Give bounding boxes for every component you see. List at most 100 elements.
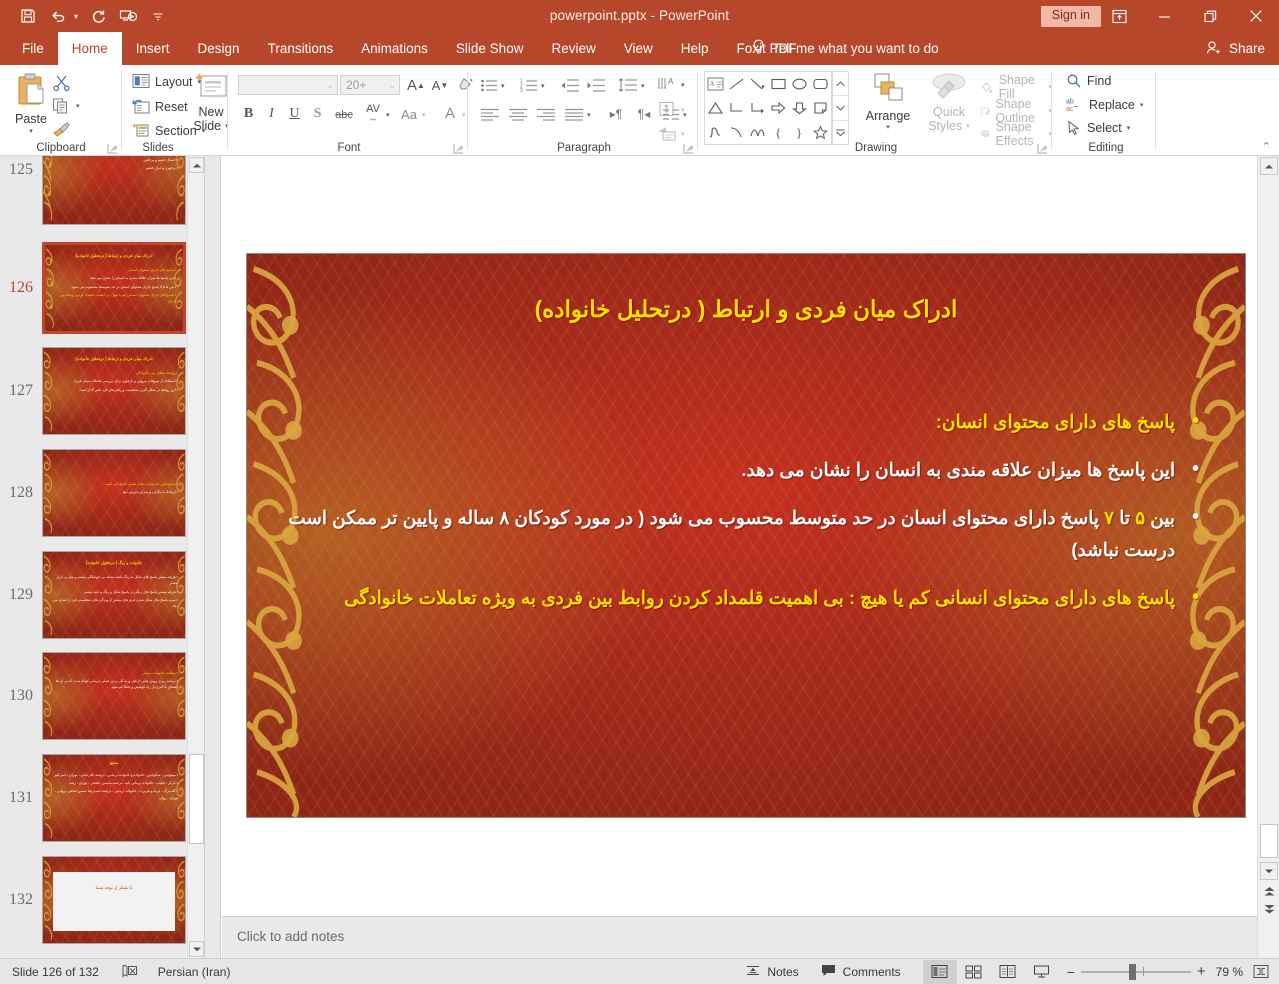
rectangle-shape-icon[interactable] bbox=[770, 77, 787, 91]
line-spacing-button[interactable] bbox=[616, 75, 640, 95]
oval-shape-icon[interactable] bbox=[791, 77, 808, 91]
font-dialog-launcher[interactable] bbox=[453, 141, 464, 154]
slideshow-button[interactable] bbox=[1025, 960, 1059, 984]
thumbnail-row-127[interactable]: 127 ادراک میان فردی و ارتباط ( درتحلیل خ… bbox=[0, 341, 204, 441]
text-shadow-button[interactable]: S bbox=[308, 104, 327, 124]
shapes-gallery-scrollbar[interactable] bbox=[832, 71, 849, 145]
slide-thumbnail-pane[interactable]: 125 • اعمال خشم و پرخاش • برخورد و ابراز… bbox=[0, 156, 205, 958]
slide-pane-scrollbar[interactable] bbox=[1257, 156, 1279, 958]
slide-editing-canvas[interactable]: ادراک میان فردی و ارتباط ( درتحلیل خانوا… bbox=[222, 156, 1257, 916]
collapse-ribbon-icon[interactable]: ⌃ bbox=[1262, 140, 1271, 153]
rounded-rectangle-shape-icon[interactable] bbox=[812, 77, 829, 91]
line-shape-icon[interactable] bbox=[728, 77, 745, 91]
tab-transitions[interactable]: Transitions bbox=[254, 32, 348, 65]
increase-indent-button[interactable] bbox=[584, 75, 608, 95]
fit-to-window-button[interactable] bbox=[1253, 964, 1269, 979]
font-color-dropdown-icon[interactable]: ▾ bbox=[462, 111, 466, 119]
scribble-shape-icon[interactable] bbox=[707, 125, 724, 139]
drawing-dialog-launcher[interactable] bbox=[1037, 141, 1048, 154]
italic-button[interactable]: I bbox=[262, 104, 281, 124]
decrease-font-size-button[interactable]: A ▼ bbox=[429, 75, 451, 95]
thumbnail-pane-scrollbar[interactable] bbox=[187, 156, 204, 958]
ribbon-display-options-icon[interactable] bbox=[1097, 0, 1141, 32]
scroll-down-icon[interactable] bbox=[1260, 862, 1278, 880]
copy-dropdown-icon[interactable]: ▾ bbox=[76, 102, 80, 110]
align-center-button[interactable] bbox=[506, 104, 530, 124]
tab-home[interactable]: Home bbox=[57, 32, 122, 65]
current-slide[interactable]: ادراک میان فردی و ارتباط ( درتحلیل خانوا… bbox=[246, 253, 1246, 818]
thumbnail-slide[interactable]: با تشکر از توجه شما bbox=[42, 856, 186, 944]
scroll-up-icon[interactable] bbox=[189, 157, 204, 173]
text-box-shape-icon[interactable]: A bbox=[707, 77, 724, 91]
elbow-arrow-connector-icon[interactable] bbox=[749, 101, 766, 115]
font-size-input[interactable]: 20+ ⌄ bbox=[340, 75, 400, 95]
reset-button[interactable]: Reset bbox=[132, 98, 188, 115]
underline-button[interactable]: U bbox=[285, 104, 304, 124]
thumbnail-slide[interactable]: پاسخ های دارای محتوای انسان را به خوبی ن… bbox=[42, 156, 186, 225]
arrange-dropdown-icon[interactable]: ▾ bbox=[886, 123, 890, 131]
layout-button[interactable]: Layout ▾ bbox=[132, 73, 201, 90]
zoom-percentage[interactable]: 79 % bbox=[1216, 965, 1243, 979]
numbering-dropdown-icon[interactable]: ▾ bbox=[541, 82, 545, 90]
find-button[interactable]: Find bbox=[1066, 73, 1111, 89]
thumbnail-row-130[interactable]: 130 وظایف خانواده درمانی برنامه ریزی روش… bbox=[0, 646, 204, 746]
thumbnail-row-126[interactable]: 126 ادراک میان فردی و ارتباط (درتحلیل خ… bbox=[0, 238, 204, 338]
thumbnail-row-131[interactable]: 131 منابع مینوچین ، سالوادور ، خانواده و… bbox=[0, 748, 204, 848]
scroll-up-icon[interactable] bbox=[1260, 157, 1278, 175]
font-size-dropdown-icon[interactable]: ⌄ bbox=[388, 80, 396, 91]
select-dropdown-icon[interactable]: ▾ bbox=[1127, 124, 1131, 132]
scrollbar-thumb[interactable] bbox=[189, 754, 204, 844]
zoom-slider[interactable] bbox=[1080, 960, 1191, 984]
zoom-slider-handle[interactable] bbox=[1128, 963, 1136, 980]
shapes-scroll-up-icon[interactable] bbox=[833, 72, 848, 97]
smartart-dropdown-icon[interactable]: ▾ bbox=[681, 130, 685, 138]
tab-file[interactable]: File bbox=[8, 32, 58, 65]
arc-shape-icon[interactable] bbox=[749, 125, 766, 139]
decrease-indent-button[interactable] bbox=[558, 75, 582, 95]
thumbnail-row-129[interactable]: 129 خانواده و زنگ ( درتحلیل خانواده) هرچ… bbox=[0, 545, 204, 645]
align-right-button[interactable] bbox=[534, 104, 558, 124]
copy-button[interactable]: ▾ bbox=[52, 97, 80, 115]
ltr-direction-button[interactable]: ▸¶ bbox=[604, 104, 628, 124]
text-direction-button[interactable]: A bbox=[656, 74, 680, 94]
notes-button[interactable]: Notes bbox=[746, 964, 799, 980]
tab-design[interactable]: Design bbox=[184, 32, 254, 65]
slide-title[interactable]: ادراک میان فردی و ارتباط ( درتحلیل خانوا… bbox=[307, 296, 1185, 323]
cut-button[interactable] bbox=[52, 73, 71, 92]
spell-check-icon[interactable] bbox=[121, 964, 138, 979]
replace-dropdown-icon[interactable]: ▾ bbox=[1140, 101, 1144, 109]
close-icon[interactable] bbox=[1233, 0, 1279, 32]
thumbnail-slide[interactable]: منابع مینوچین ، سالوادور ، خانواده و خان… bbox=[42, 754, 186, 842]
tab-animations[interactable]: Animations bbox=[347, 32, 442, 65]
thumbnail-slide[interactable]: پاسخ هایی که نشان دهنده تعامل خانوادگی ا… bbox=[42, 449, 186, 537]
comments-button[interactable]: Comments bbox=[821, 964, 901, 980]
share-button[interactable]: Share bbox=[1206, 32, 1265, 65]
columns-dropdown-icon[interactable]: ▾ bbox=[587, 111, 591, 119]
quick-styles-button[interactable]: Quick Styles ▾ bbox=[922, 71, 976, 145]
notes-pane[interactable]: Click to add notes bbox=[222, 916, 1257, 958]
slide-body-placeholder[interactable]: پاسخ های دارای محتوای انسان: این پاسخ ها… bbox=[282, 405, 1203, 630]
line-spacing-dropdown-icon[interactable]: ▾ bbox=[641, 82, 645, 90]
slide-counter[interactable]: Slide 126 of 132 bbox=[12, 965, 99, 979]
text-direction-dropdown-icon[interactable]: ▾ bbox=[681, 81, 685, 89]
numbering-button[interactable]: 123 bbox=[518, 75, 540, 95]
shapes-scroll-down-icon[interactable] bbox=[833, 96, 848, 121]
tell-me-search[interactable]: Tell me what you want to do bbox=[752, 32, 939, 65]
sign-in-button[interactable]: Sign in bbox=[1040, 6, 1101, 27]
section-dropdown-icon[interactable]: ▾ bbox=[202, 127, 206, 135]
bullets-dropdown-icon[interactable]: ▾ bbox=[501, 82, 505, 90]
next-slide-icon[interactable] bbox=[1262, 902, 1276, 916]
increase-font-size-button[interactable]: A ▲ bbox=[405, 75, 427, 95]
quick-styles-dropdown-icon[interactable]: ▾ bbox=[966, 122, 970, 130]
layout-dropdown-icon[interactable]: ▾ bbox=[198, 78, 202, 86]
thumbnail-row-125[interactable]: 125 • اعمال خشم و پرخاش • برخورد و ابراز… bbox=[0, 156, 204, 228]
zoom-in-button[interactable]: + bbox=[1197, 963, 1206, 980]
bold-button[interactable]: B bbox=[239, 104, 258, 124]
reading-view-button[interactable] bbox=[991, 960, 1025, 984]
thumbnail-slide[interactable]: ادراک میان فردی و ارتباط ( درتحلیل خانوا… bbox=[42, 347, 186, 435]
strikethrough-button[interactable]: abc bbox=[330, 106, 358, 124]
triangle-shape-icon[interactable] bbox=[707, 101, 724, 115]
format-painter-button[interactable] bbox=[52, 120, 73, 138]
change-case-dropdown-icon[interactable]: ▾ bbox=[422, 111, 426, 119]
right-arrow-shape-icon[interactable] bbox=[770, 101, 787, 115]
